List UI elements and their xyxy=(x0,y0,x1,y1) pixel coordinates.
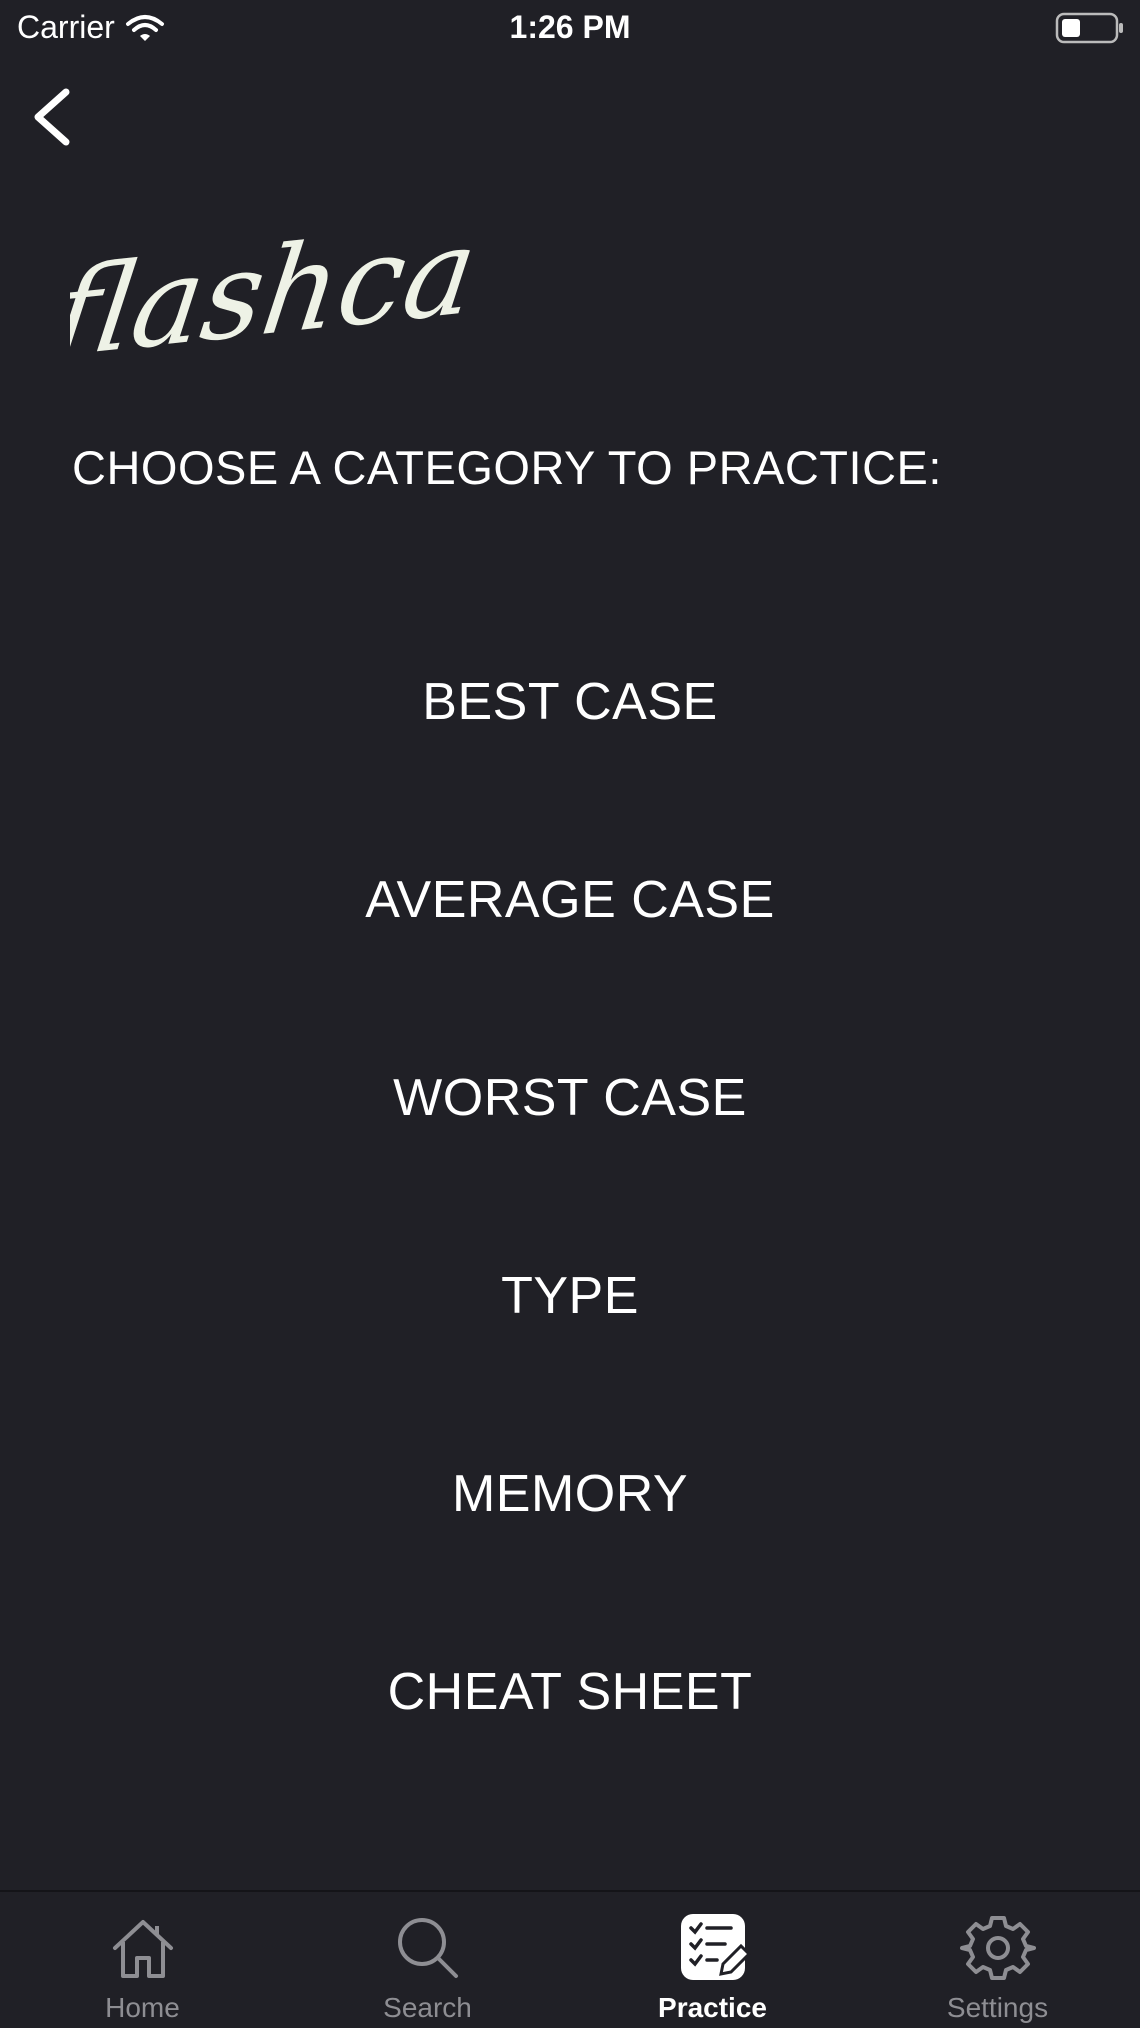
search-icon xyxy=(397,1918,458,1978)
tab-settings[interactable]: Settings xyxy=(855,1892,1140,2028)
tab-settings-label: Settings xyxy=(946,1992,1049,2023)
gear-icon xyxy=(959,1916,1036,1980)
tab-practice-label: Practice xyxy=(658,1992,767,2023)
status-bar: Carrier 1:26 PM xyxy=(0,0,1140,58)
battery-icon xyxy=(1055,12,1123,44)
chevron-left-icon xyxy=(34,88,70,146)
category-list: BEST CASE AVERAGE CASE WORST CASE TYPE M… xyxy=(0,652,1140,1840)
category-best-case[interactable]: BEST CASE xyxy=(0,652,1140,850)
logo-text: flashcards xyxy=(70,215,470,386)
category-prompt: CHOOSE A CATEGORY TO PRACTICE: xyxy=(72,441,942,494)
practice-icon xyxy=(680,1914,751,1980)
tab-search-label: Search xyxy=(383,1992,472,2023)
flashcards-logo: flashcards xyxy=(70,215,470,386)
category-memory[interactable]: MEMORY xyxy=(0,1444,1140,1642)
status-time: 1:26 PM xyxy=(509,9,631,45)
category-average-case[interactable]: AVERAGE CASE xyxy=(0,850,1140,1048)
home-icon xyxy=(112,1920,173,1978)
category-type[interactable]: TYPE xyxy=(0,1246,1140,1444)
tab-bar: Home Search Practice Settings xyxy=(0,1890,1140,2028)
tab-practice[interactable]: Practice xyxy=(570,1892,855,2028)
back-button[interactable] xyxy=(26,82,86,152)
category-cheat-sheet[interactable]: CHEAT SHEET xyxy=(0,1642,1140,1840)
tab-home-label: Home xyxy=(105,1992,180,2023)
tab-search[interactable]: Search xyxy=(285,1892,570,2028)
tab-home[interactable]: Home xyxy=(0,1892,285,2028)
category-worst-case[interactable]: WORST CASE xyxy=(0,1048,1140,1246)
